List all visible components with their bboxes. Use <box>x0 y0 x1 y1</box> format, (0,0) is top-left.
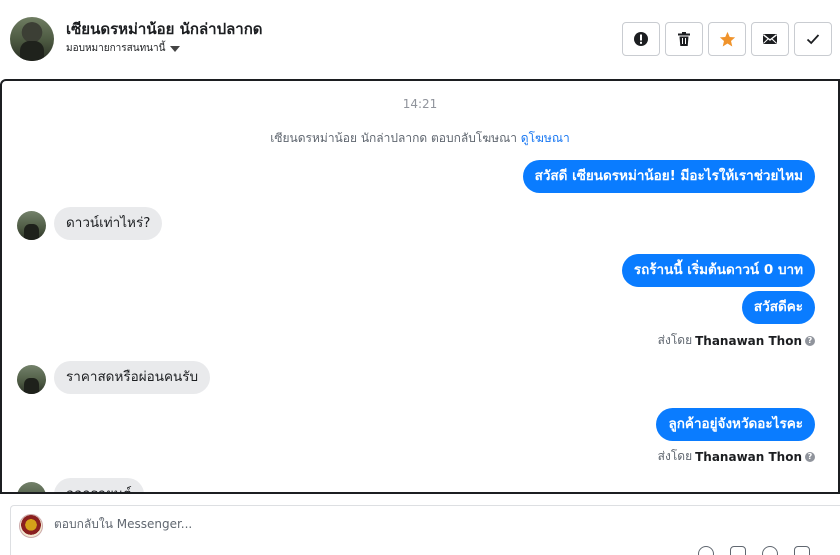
outgoing-message[interactable]: ลูกค้าอยู่จังหวัดอะไรคะ <box>656 408 815 441</box>
outgoing-message[interactable]: สวัสดีคะ <box>741 291 815 324</box>
exclamation-icon <box>634 32 648 46</box>
assign-conversation-dropdown[interactable]: มอบหมายการสนทนานี้ <box>66 41 181 56</box>
sent-by-prefix: ส่งโดย <box>657 449 693 463</box>
outgoing-message[interactable]: สวัสดี เซียนดรหม่าน้อย! มีอะไรให้เราช่วย… <box>522 160 815 193</box>
mark-unread-button[interactable] <box>751 22 789 56</box>
contact-avatar-small[interactable] <box>17 365 46 394</box>
help-icon[interactable]: ? <box>805 335 815 346</box>
view-ad-link[interactable]: ดูโฆษณา <box>521 131 570 145</box>
contact-avatar-small[interactable] <box>17 211 46 240</box>
sent-by-label: ส่งโดย Thanawan Thon ? <box>658 447 815 466</box>
trash-icon <box>678 32 690 46</box>
star-button[interactable] <box>708 22 746 56</box>
incoming-message[interactable]: ราคาสดหรือผ่อนคนรับ <box>54 361 211 394</box>
like-icon[interactable] <box>794 546 810 555</box>
sent-by-prefix: ส่งโดย <box>657 333 693 347</box>
incoming-message[interactable]: ออกรถยนต์ <box>54 478 144 492</box>
mark-done-button[interactable] <box>794 22 832 56</box>
envelope-icon <box>763 34 777 44</box>
message-thread[interactable]: 14:21 เซียนดรหม่าน้อย นักล่าปลากด ตอบกลั… <box>0 79 840 494</box>
saved-reply-icon[interactable] <box>730 546 746 555</box>
caret-down-icon <box>170 45 181 52</box>
page-avatar <box>19 514 43 538</box>
ad-reply-text: เซียนดรหม่าน้อย นักล่าปลากด ตอบกลับโฆษณา <box>270 131 517 145</box>
delete-button[interactable] <box>665 22 703 56</box>
assign-label: มอบหมายการสนทนานี้ <box>66 43 166 54</box>
contact-avatar[interactable] <box>10 17 54 61</box>
reply-input[interactable] <box>54 517 754 531</box>
reply-composer <box>10 505 840 555</box>
conversation-actions <box>622 22 832 56</box>
help-icon[interactable]: ? <box>805 451 815 462</box>
attachment-icon[interactable] <box>698 546 714 555</box>
sender-name: Thanawan Thon <box>695 449 802 464</box>
conversation-header: เซียนดรหม่าน้อย นักล่าปลากด มอบหมายการสน… <box>0 0 840 80</box>
sender-name: Thanawan Thon <box>695 333 802 348</box>
check-icon <box>806 34 820 45</box>
mark-spam-button[interactable] <box>622 22 660 56</box>
outgoing-message[interactable]: รถร้านนี้ เริ่มต้นดาวน์ 0 บาท <box>621 254 815 287</box>
composer-tools <box>698 546 810 555</box>
sent-by-label: ส่งโดย Thanawan Thon ? <box>658 331 815 350</box>
emoji-icon[interactable] <box>762 546 778 555</box>
star-icon <box>719 31 735 47</box>
incoming-message[interactable]: ดาวน์เท่าไหร่? <box>54 207 163 240</box>
ad-reply-notice: เซียนดรหม่าน้อย นักล่าปลากด ตอบกลับโฆษณา… <box>2 129 838 148</box>
message-timestamp: 14:21 <box>402 97 438 111</box>
contact-avatar-small[interactable] <box>17 482 46 492</box>
contact-name[interactable]: เซียนดรหม่าน้อย นักล่าปลากด <box>66 17 263 41</box>
